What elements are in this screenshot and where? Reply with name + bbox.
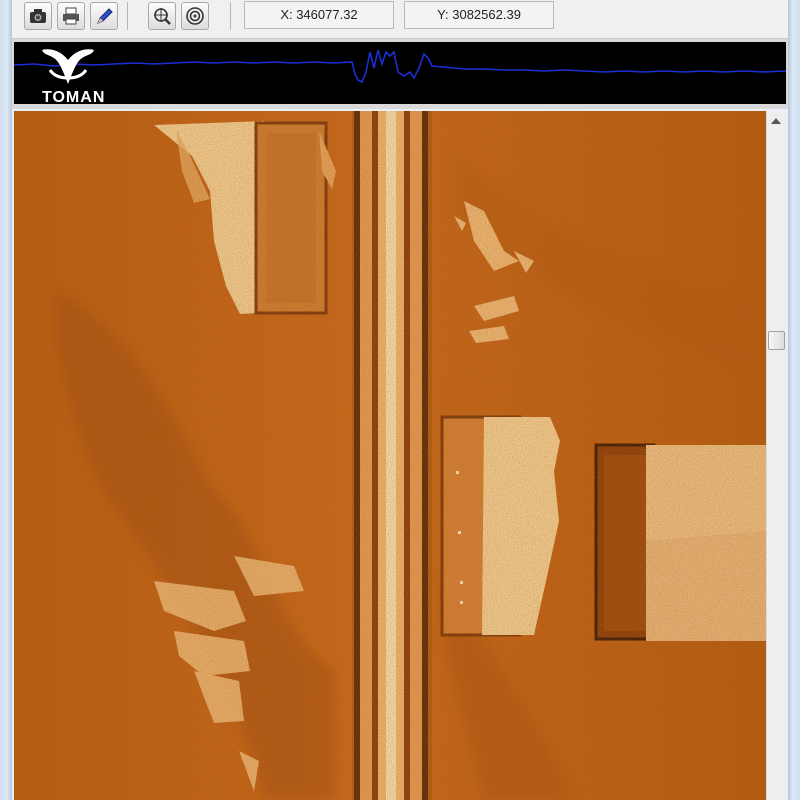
signal-trace-strip: TOMAN (14, 42, 786, 106)
toolbar-separator (127, 2, 128, 30)
sonar-image-view[interactable] (14, 111, 766, 800)
signal-trace (14, 49, 786, 84)
signal-panel: TOMAN (12, 39, 788, 109)
vertical-scrollbar[interactable] (766, 111, 786, 800)
annotate-button[interactable] (90, 2, 118, 30)
zoom-button[interactable] (148, 2, 176, 30)
scroll-up-arrow-icon[interactable] (771, 118, 781, 124)
sonar-mosaic (14, 111, 766, 800)
scrollbar-thumb[interactable] (768, 331, 785, 350)
toolbar: X: 346077.32 Y: 3082562.39 (12, 0, 788, 39)
x-coordinate-readout: X: 346077.32 (244, 1, 394, 29)
whale-tail-icon (40, 46, 96, 91)
print-button[interactable] (57, 2, 85, 30)
brand-logo-text: TOMAN (42, 89, 106, 106)
window-frame-right (788, 0, 800, 800)
y-coordinate-readout: Y: 3082562.39 (404, 1, 554, 29)
snapshot-button[interactable] (24, 2, 52, 30)
toolbar-separator (230, 2, 231, 30)
target-button[interactable] (181, 2, 209, 30)
window-frame-left (0, 0, 12, 800)
